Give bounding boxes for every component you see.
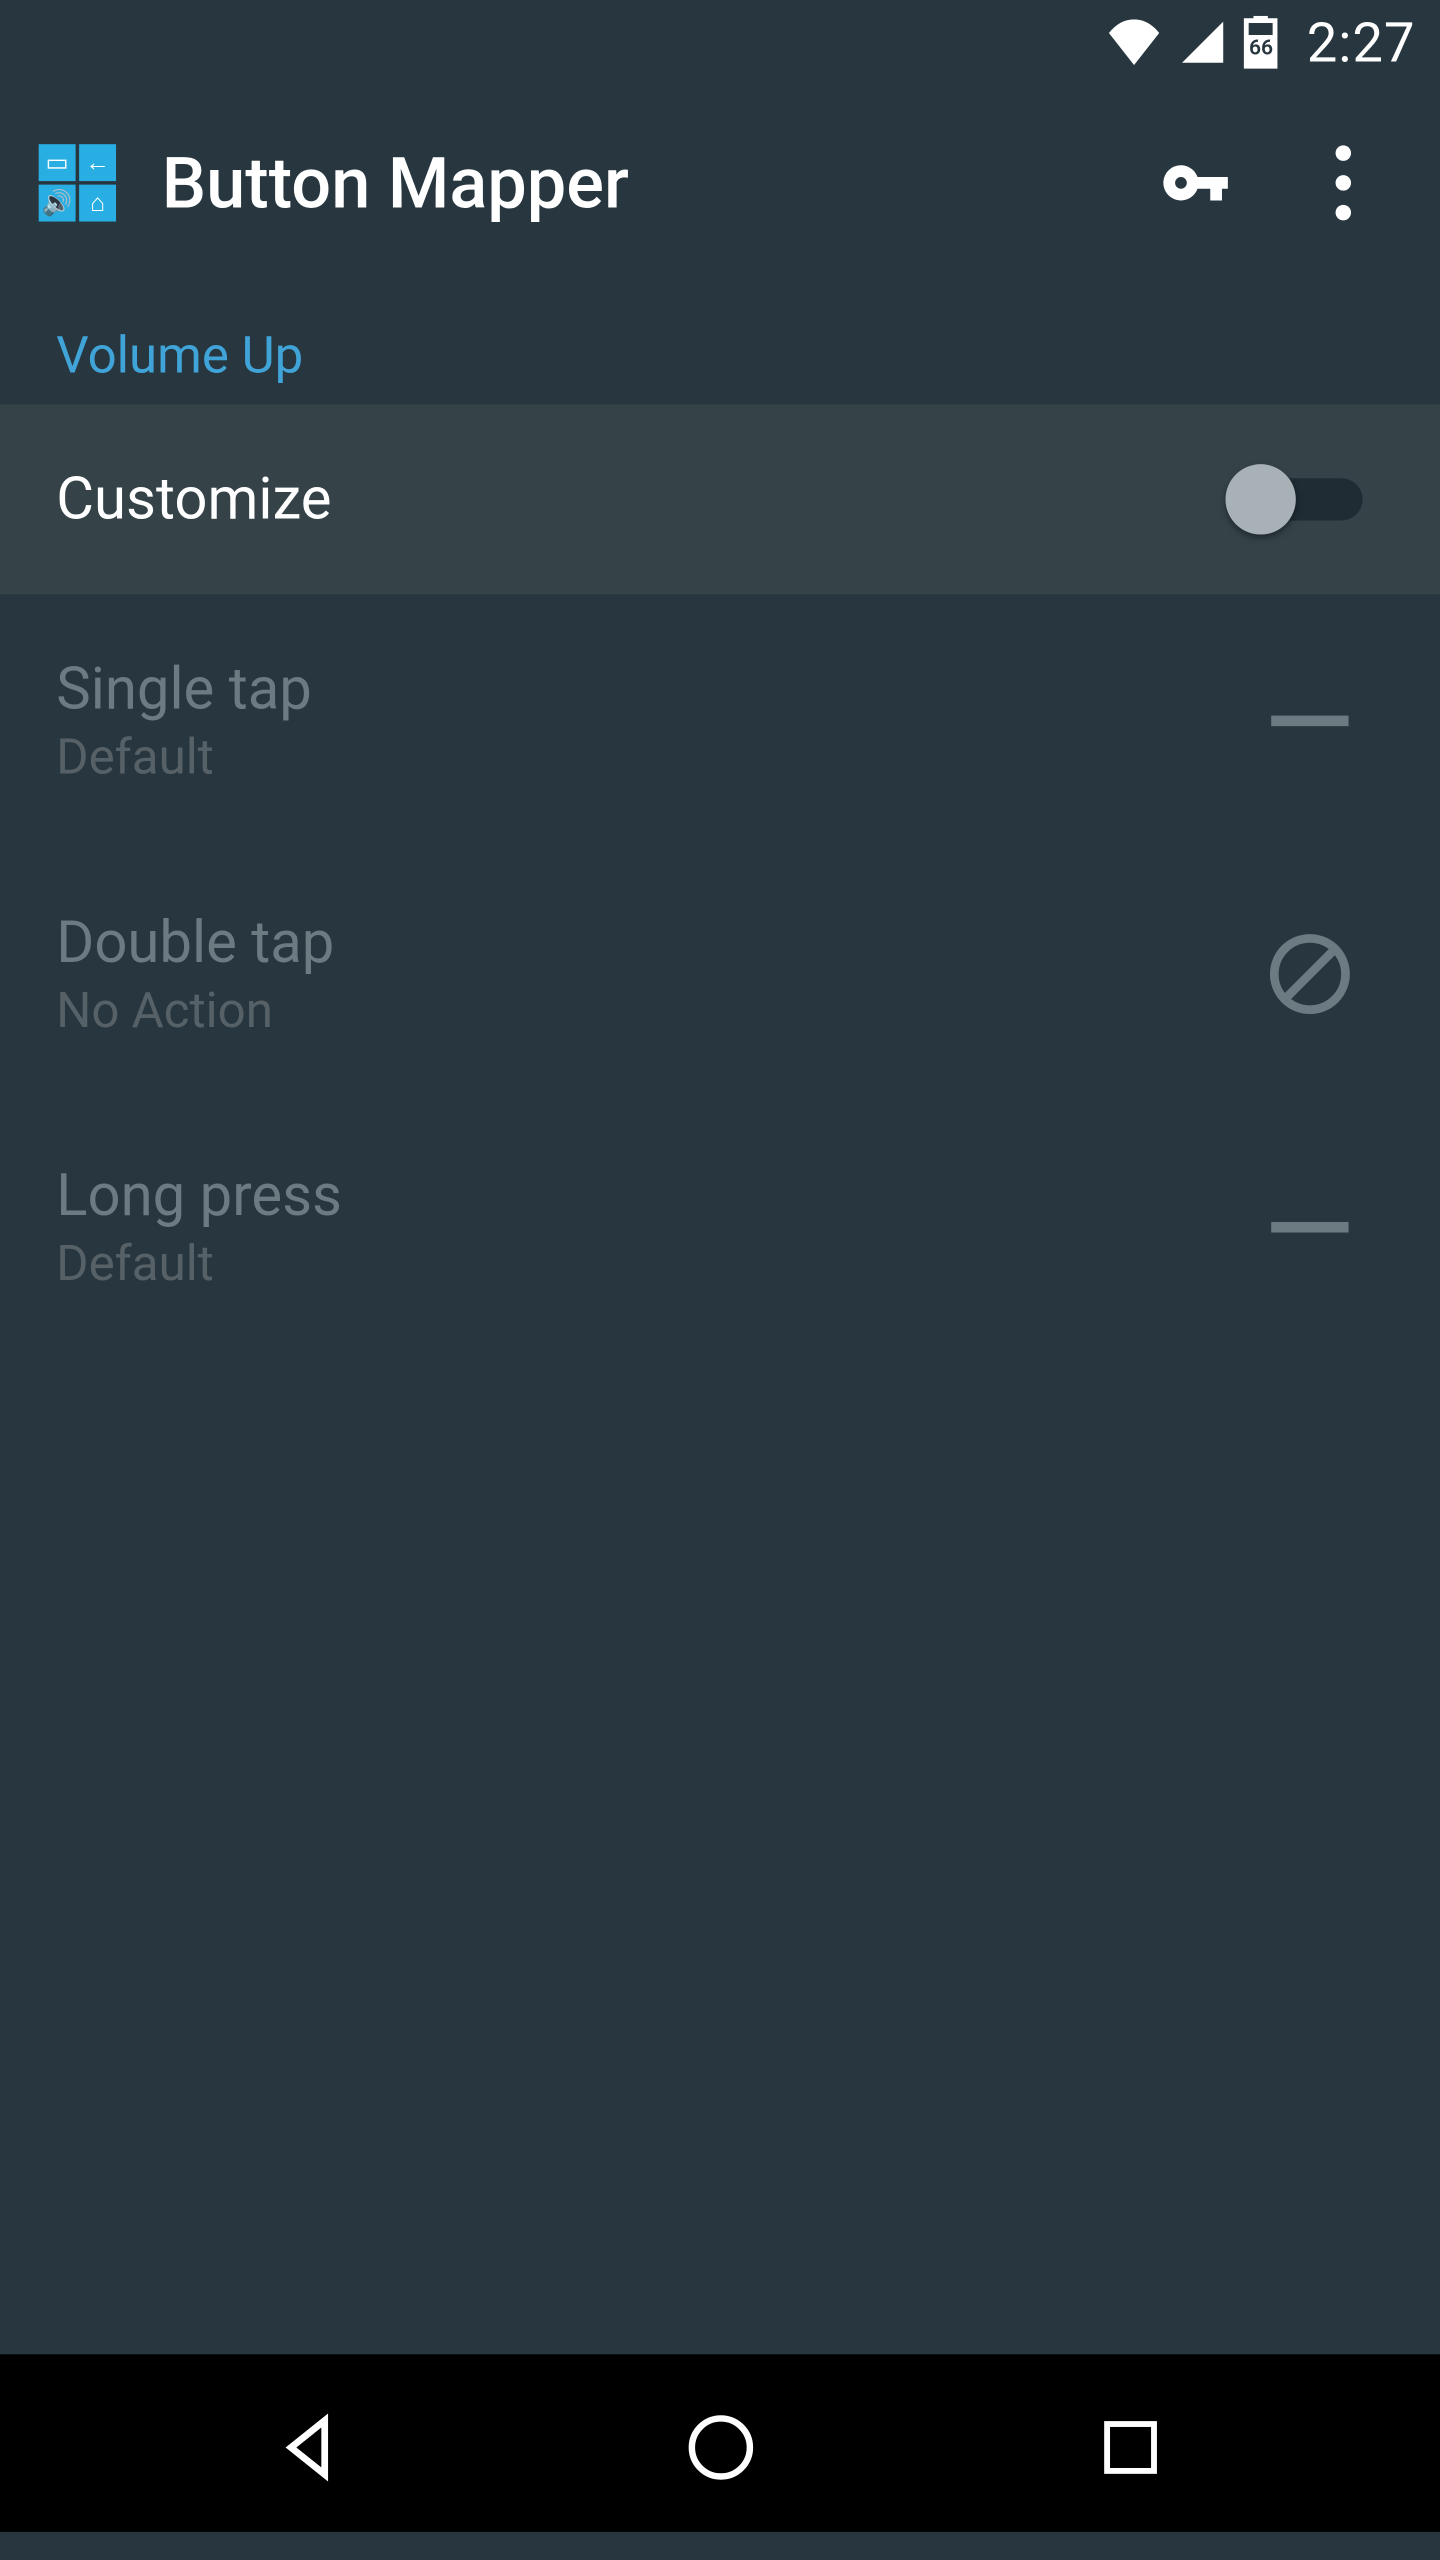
row-customize[interactable]: Customize [0,404,1440,594]
app-title: Button Mapper [162,142,1110,225]
dash-icon [1257,668,1362,773]
key-icon[interactable] [1155,142,1236,223]
battery-percent: 66 [1243,35,1278,60]
no-action-icon [1257,921,1362,1026]
long-press-title: Long press [56,1162,1257,1231]
more-vert-icon[interactable] [1303,142,1384,223]
section-header-volume-up: Volume Up [0,281,1440,404]
app-bar: ▭← 🔊⌂ Button Mapper [0,84,1440,281]
double-tap-title: Double tap [56,909,1257,978]
customize-label: Customize [56,465,1225,534]
row-long-press[interactable]: Long press Default [0,1101,1440,1354]
long-press-sub: Default [56,1234,1257,1292]
row-single-tap[interactable]: Single tap Default [0,594,1440,847]
status-time: 2:27 [1307,10,1416,75]
app-icon: ▭← 🔊⌂ [39,144,116,221]
nav-recents-icon[interactable] [1042,2395,1218,2500]
single-tap-title: Single tap [56,656,1257,725]
nav-back-icon[interactable] [222,2395,398,2500]
double-tap-sub: No Action [56,981,1257,1039]
nav-home-icon[interactable] [632,2395,808,2500]
single-tap-sub: Default [56,728,1257,786]
nav-bar [0,2363,1440,2532]
divider [0,2354,1440,2363]
dash-icon [1257,1175,1362,1280]
cell-signal-icon [1180,19,1226,65]
row-double-tap[interactable]: Double tap No Action [0,847,1440,1100]
status-bar: 66 2:27 [0,0,1440,84]
battery-icon: 66 [1243,16,1278,69]
customize-toggle[interactable] [1225,464,1362,534]
wifi-icon [1106,19,1162,65]
